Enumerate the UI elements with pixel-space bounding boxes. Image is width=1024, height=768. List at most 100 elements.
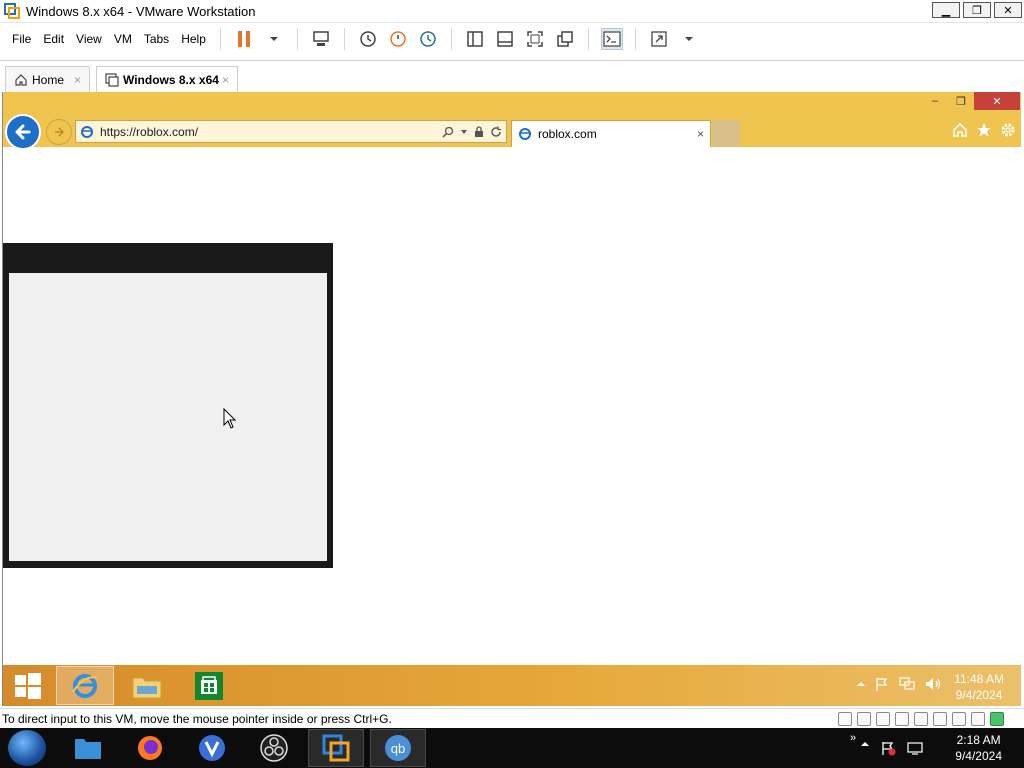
guest-taskbar-file-explorer[interactable] — [118, 666, 176, 705]
home-icon[interactable] — [952, 122, 968, 138]
ie-address-bar[interactable]: https://roblox.com/ — [75, 120, 507, 143]
menu-vm[interactable]: VM — [108, 32, 138, 46]
minimize-button[interactable]: ▁ — [932, 2, 960, 18]
chevron-down-icon[interactable] — [460, 129, 468, 135]
menu-tabs[interactable]: Tabs — [138, 32, 175, 46]
stretch-dropdown[interactable] — [678, 28, 700, 50]
refresh-icon[interactable] — [490, 126, 502, 138]
ie-close-button[interactable]: ✕ — [974, 92, 1020, 110]
sound-card-icon[interactable] — [933, 712, 947, 726]
network-icon[interactable] — [906, 740, 924, 756]
restore-button[interactable]: ❐ — [963, 2, 991, 18]
bottom-panel-layout-icon — [497, 31, 513, 47]
gear-icon[interactable] — [1000, 122, 1016, 138]
popup-window-body[interactable] — [9, 273, 327, 561]
unity-button[interactable] — [554, 28, 576, 50]
tab-vm[interactable]: Windows 8.x x64 × — [96, 66, 238, 93]
flag-icon[interactable] — [874, 676, 890, 692]
network-adapter-icon[interactable] — [895, 712, 909, 726]
stretch-guest-button[interactable] — [648, 28, 670, 50]
pause-dropdown[interactable] — [263, 28, 285, 50]
lock-icon[interactable] — [474, 125, 484, 138]
svg-text:qb: qb — [391, 741, 405, 756]
tab-home[interactable]: Home × — [5, 66, 90, 93]
home-icon — [15, 74, 27, 86]
ie-restore-button[interactable]: ❐ — [948, 92, 974, 110]
host-taskbar-firefox[interactable] — [122, 729, 178, 767]
clock-icon — [360, 31, 376, 47]
host-taskbar-vivaldi[interactable] — [184, 729, 240, 767]
host-taskbar-vmware[interactable] — [308, 729, 364, 767]
vmware-tab-bar: Home × Windows 8.x x64 × — [0, 60, 1024, 93]
host-clock[interactable]: 2:18 AM 9/4/2024 — [955, 732, 1002, 764]
close-button[interactable]: ✕ — [994, 2, 1022, 18]
menu-file[interactable]: File — [6, 32, 37, 46]
network-icon[interactable] — [898, 676, 916, 692]
host-taskbar-qbittorrent[interactable]: qb — [370, 729, 426, 767]
tab-vm-close-icon[interactable]: × — [222, 73, 229, 87]
unity-windows-icon — [557, 31, 573, 47]
speaker-icon[interactable] — [924, 676, 942, 692]
host-time: 2:18 AM — [956, 733, 1001, 747]
chevron-down-icon — [269, 37, 278, 41]
send-ctrl-alt-del-button[interactable] — [310, 28, 332, 50]
guest-taskbar-ie[interactable] — [56, 666, 114, 705]
display-icon[interactable] — [971, 712, 985, 726]
console-view-button[interactable] — [600, 28, 623, 50]
host-taskbar: qb » 2:18 AM 9/4/2024 — [0, 728, 1024, 768]
tab-vm-label: Windows 8.x x64 — [123, 73, 219, 87]
menu-view[interactable]: View — [70, 32, 108, 46]
vmware-app-icon — [4, 3, 20, 19]
window-controls: ▁ ❐ ✕ — [932, 2, 1022, 18]
message-log-icon[interactable] — [990, 712, 1004, 726]
printer-icon[interactable] — [952, 712, 966, 726]
url-text[interactable]: https://roblox.com/ — [100, 125, 198, 139]
ie-minimize-button[interactable]: – — [922, 92, 948, 110]
menu-edit[interactable]: Edit — [37, 32, 70, 46]
host-taskbar-obs[interactable] — [246, 729, 302, 767]
thumbnail-bar-button[interactable] — [494, 28, 516, 50]
floppy-icon[interactable] — [876, 712, 890, 726]
ie-tab-close-icon[interactable]: × — [697, 127, 704, 141]
ie-right-icons — [952, 122, 1016, 138]
internet-explorer-icon — [72, 673, 98, 698]
revert-clock-icon — [390, 31, 406, 47]
host-start-orb-icon[interactable] — [8, 730, 46, 766]
show-library-button[interactable] — [464, 28, 486, 50]
toolbar-separator — [587, 28, 589, 50]
host-toolbar-expand-icon[interactable]: » — [850, 732, 856, 744]
search-icon[interactable] — [442, 126, 454, 138]
tab-home-close-icon[interactable]: × — [74, 73, 81, 87]
ie-new-tab-button[interactable] — [712, 120, 740, 146]
tab-home-label: Home — [32, 73, 65, 87]
popup-window[interactable] — [3, 243, 333, 568]
usb-controller-icon[interactable] — [914, 712, 928, 726]
action-center-flag-icon[interactable] — [880, 740, 896, 756]
guest-taskbar-store[interactable] — [180, 666, 238, 705]
cd-rom-icon[interactable] — [857, 712, 871, 726]
snapshot-manager-button[interactable] — [417, 28, 439, 50]
guest-screen[interactable]: – ❐ ✕ https://roblox.com/ roblox.com × 1… — [2, 92, 1021, 706]
ie-tab[interactable]: roblox.com × — [511, 120, 711, 147]
chevron-up-icon[interactable] — [856, 680, 866, 688]
menu-help[interactable]: Help — [175, 32, 212, 46]
address-bar-icons — [442, 125, 506, 138]
firefox-icon — [138, 736, 162, 760]
sidebar-layout-icon — [467, 31, 483, 47]
revert-snapshot-button[interactable] — [387, 28, 409, 50]
ie-page-icon — [81, 125, 93, 138]
pause-button[interactable] — [233, 28, 255, 50]
vmware-status-bar: To direct input to this VM, move the mou… — [0, 708, 1024, 728]
folder-icon — [132, 677, 162, 698]
device-status-icons — [838, 712, 1004, 726]
host-taskbar-file-explorer[interactable] — [60, 729, 116, 767]
ie-back-button[interactable] — [5, 114, 41, 150]
guest-clock[interactable]: 11:48 AM 9/4/2024 — [954, 671, 1004, 703]
hard-disk-icon[interactable] — [838, 712, 852, 726]
chevron-up-icon[interactable] — [860, 740, 870, 748]
windows-start-icon[interactable] — [13, 671, 43, 701]
snapshot-button[interactable] — [357, 28, 379, 50]
full-screen-button[interactable] — [524, 28, 546, 50]
favorites-star-icon[interactable] — [976, 122, 992, 138]
ie-forward-button[interactable] — [46, 119, 72, 145]
